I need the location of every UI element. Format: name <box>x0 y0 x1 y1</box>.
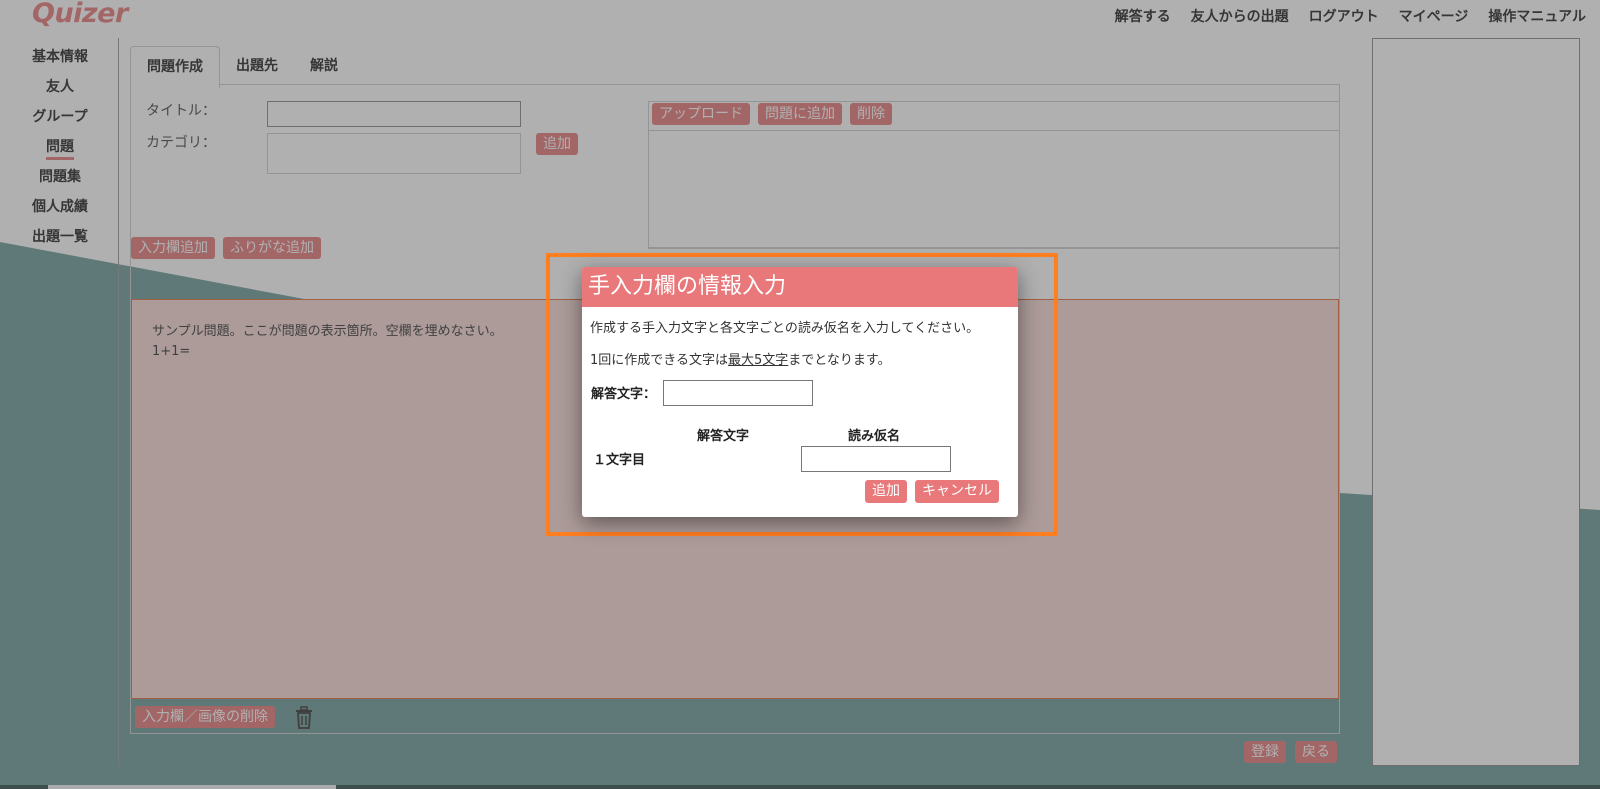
reading-input[interactable] <box>801 446 951 472</box>
input-info-dialog: 手入力欄の情報入力 作成する手入力文字と各文字ごとの読み仮名を入力してください。… <box>582 267 1018 517</box>
char-row-label: １文字目 <box>593 453 646 468</box>
column-header-answer: 解答文字 <box>697 429 750 444</box>
answer-chars-input[interactable] <box>663 380 813 406</box>
dialog-limit-note: 1回に作成できる文字は最大5文字までとなります。 <box>590 349 891 368</box>
column-header-reading: 読み仮名 <box>848 429 901 444</box>
limit-note-prefix: 1回に作成できる文字は <box>590 353 729 368</box>
dialog-cancel-button[interactable]: キャンセル <box>915 480 999 503</box>
answer-chars-label: 解答文字： <box>591 387 657 402</box>
limit-note-emphasis: 最大5文字 <box>728 353 789 368</box>
dialog-add-button[interactable]: 追加 <box>865 480 907 503</box>
dialog-title: 手入力欄の情報入力 <box>582 267 1018 307</box>
limit-note-suffix: までとなります。 <box>788 353 891 368</box>
dialog-description: 作成する手入力文字と各文字ごとの読み仮名を入力してください。 <box>590 321 980 336</box>
